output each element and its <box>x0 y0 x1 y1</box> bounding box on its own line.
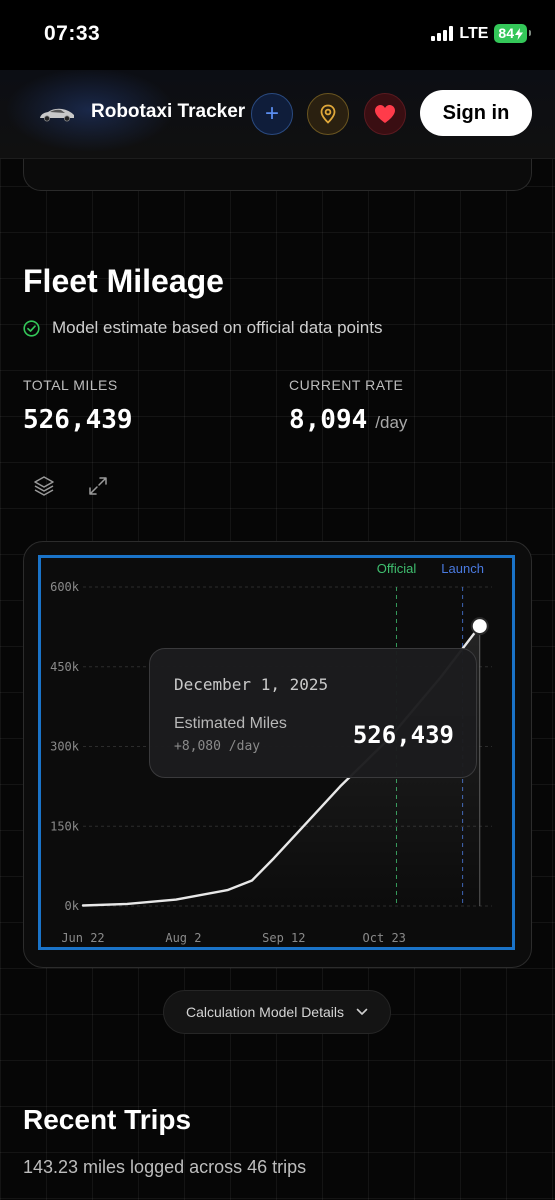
x-tick-label: Oct 23 <box>363 931 406 945</box>
total-miles-label: TOTAL MILES <box>23 377 118 393</box>
sign-in-button[interactable]: Sign in <box>420 90 532 136</box>
fleet-subtitle: Model estimate based on official data po… <box>23 318 382 338</box>
annotation-label: Official <box>377 561 417 576</box>
current-rate-unit: /day <box>375 413 408 432</box>
calculation-model-label: Calculation Model Details <box>186 1004 344 1020</box>
charging-bolt-icon <box>515 27 523 40</box>
battery-indicator: 84 <box>494 24 531 43</box>
recent-trips-title: Recent Trips <box>23 1104 192 1135</box>
chart-tooltip: December 1, 2025 Estimated Miles +8,080 … <box>149 648 477 778</box>
current-rate-value: 8,094/day <box>289 405 407 435</box>
calculation-model-button[interactable]: Calculation Model Details <box>163 990 391 1034</box>
battery-level: 84 <box>498 25 514 41</box>
location-button[interactable] <box>307 93 349 135</box>
signal-icon <box>431 26 454 41</box>
app-header: Robotaxi Tracker + Sign in <box>0 70 555 159</box>
data-point-highlight <box>470 617 489 636</box>
current-rate-label: CURRENT RATE <box>289 377 404 393</box>
y-tick-label: 600k <box>50 580 80 594</box>
tooltip-date: December 1, 2025 <box>174 675 329 694</box>
x-tick-label: Aug 2 <box>165 931 201 945</box>
x-tick-label: Jun 22 <box>61 931 104 945</box>
map-pin-icon <box>320 104 336 124</box>
annotation-label: Launch <box>441 561 484 576</box>
total-miles-value: 526,439 <box>23 405 133 435</box>
favorites-button[interactable] <box>364 93 406 135</box>
y-tick-label: 0k <box>65 899 80 913</box>
chevron-down-icon <box>356 1008 368 1015</box>
check-circle-icon <box>23 319 40 337</box>
tooltip-label: Estimated Miles <box>174 715 287 732</box>
expand-icon[interactable] <box>86 474 110 498</box>
car-icon <box>40 108 74 122</box>
fleet-subtitle-text: Model estimate based on official data po… <box>52 318 383 337</box>
recent-trips-summary: 143.23 miles logged across 46 trips <box>23 1157 307 1177</box>
network-type: LTE <box>459 24 489 42</box>
add-button[interactable]: + <box>251 93 293 135</box>
tooltip-value: 526,439 <box>352 721 454 749</box>
status-indicators: LTE 84 <box>431 24 531 43</box>
x-tick-label: Sep 12 <box>262 931 305 945</box>
status-bar: 07:33 LTE 84 <box>0 0 555 70</box>
status-time: 07:33 <box>44 22 101 45</box>
y-tick-label: 150k <box>50 819 80 833</box>
y-tick-label: 300k <box>50 740 80 754</box>
plus-icon: + <box>264 100 279 127</box>
tooltip-rate: +8,080 /day <box>174 739 261 754</box>
current-rate-number: 8,094 <box>289 405 368 435</box>
heart-icon <box>375 105 395 123</box>
y-tick-label: 450k <box>50 660 80 674</box>
app-title: Robotaxi Tracker <box>91 101 246 122</box>
page: 07:33 LTE 84 Robotaxi Tracker + Sign in … <box>0 0 555 1200</box>
fleet-mileage-title: Fleet Mileage <box>23 263 224 299</box>
layers-icon[interactable] <box>32 474 56 498</box>
